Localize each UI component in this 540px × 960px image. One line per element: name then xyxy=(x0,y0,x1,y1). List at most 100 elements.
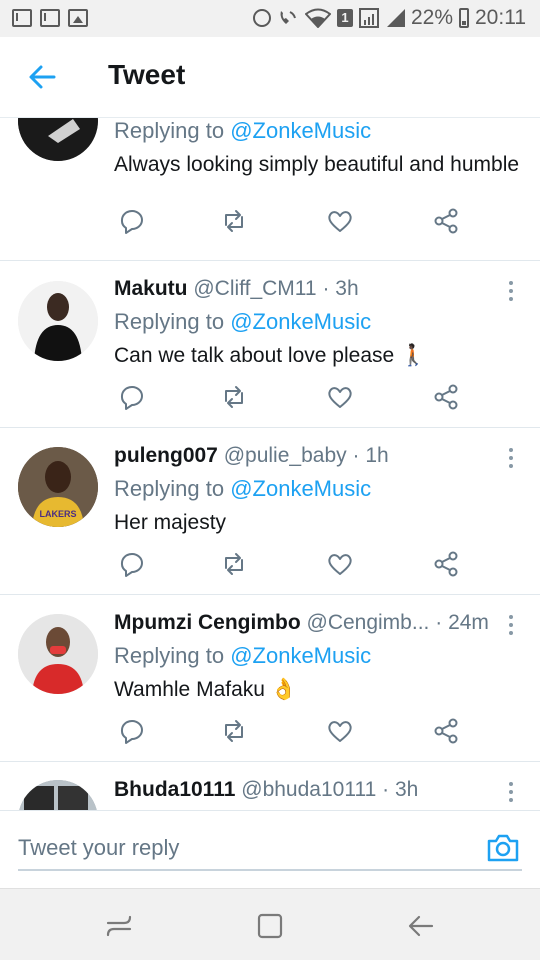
svg-text:LAKERS: LAKERS xyxy=(39,509,76,519)
replying-to: Replying to @ZonkeMusic xyxy=(114,307,520,337)
wifi-icon xyxy=(304,8,331,28)
reply-icon[interactable] xyxy=(118,383,146,411)
replying-to-label: Replying to xyxy=(114,476,225,501)
back-icon[interactable] xyxy=(406,911,436,941)
reply-icon[interactable] xyxy=(118,717,146,745)
replying-to-label: Replying to xyxy=(114,309,225,334)
image-icon xyxy=(68,9,88,27)
status-notifications xyxy=(12,9,88,27)
mention-link[interactable]: @ZonkeMusic xyxy=(230,118,371,143)
retweet-icon[interactable] xyxy=(220,383,248,411)
like-icon[interactable] xyxy=(326,550,354,578)
mention-link[interactable]: @ZonkeMusic xyxy=(230,309,371,334)
avatar[interactable] xyxy=(18,614,98,694)
replies-feed[interactable]: Replying to @ZonkeMusic Always looking s… xyxy=(0,118,540,810)
more-options-icon[interactable] xyxy=(506,446,516,470)
replying-to-label: Replying to xyxy=(114,118,225,143)
avatar[interactable] xyxy=(18,281,98,361)
tweet-actions xyxy=(114,207,474,237)
reply-icon[interactable] xyxy=(118,550,146,578)
signal-icon xyxy=(386,9,405,27)
separator-dot: · xyxy=(352,444,360,467)
tweet-actions xyxy=(114,550,474,580)
replying-to: Replying to @ZonkeMusic xyxy=(114,118,520,146)
more-options-icon[interactable] xyxy=(506,279,516,303)
tweet-body: Mpumzi Cengimbo @Cengimb... · 24m Replyi… xyxy=(114,609,520,705)
tweet-header: Bhuda10111 @bhuda10111 · 3h xyxy=(114,776,520,804)
app-header: Tweet xyxy=(0,37,540,118)
tweet-body: puleng007 @pulie_baby · 1h Replying to @… xyxy=(114,442,520,538)
tweet-text: Can we talk about love please 🚶🏿 xyxy=(114,344,427,367)
tweet-time: 3h xyxy=(394,778,419,801)
like-icon[interactable] xyxy=(326,207,354,235)
tweet-header: Makutu @Cliff_CM11 · 3h xyxy=(114,275,520,303)
mail-icon xyxy=(12,9,32,27)
retweet-icon[interactable] xyxy=(220,550,248,578)
tweet-actions xyxy=(114,383,474,413)
replying-to-label: Replying to xyxy=(114,643,225,668)
user-handle[interactable]: @bhuda10111 xyxy=(241,778,376,801)
mail-icon xyxy=(40,9,60,27)
replying-to: Replying to @ZonkeMusic xyxy=(114,641,520,671)
tweet-body: Makutu @Cliff_CM11 · 3h Replying to @Zon… xyxy=(114,275,520,371)
battery-percent: 22% xyxy=(410,6,453,29)
share-icon[interactable] xyxy=(432,717,460,745)
alarm-icon xyxy=(252,9,271,27)
user-name[interactable]: Makutu xyxy=(114,277,188,300)
user-name[interactable]: puleng007 xyxy=(114,444,218,467)
tweet[interactable]: Mpumzi Cengimbo @Cengimb... · 24m Replyi… xyxy=(0,595,540,762)
mention-link[interactable]: @ZonkeMusic xyxy=(230,643,371,668)
share-icon[interactable] xyxy=(432,550,460,578)
clock: 20:11 xyxy=(475,6,526,29)
like-icon[interactable] xyxy=(326,383,354,411)
arrow-left-icon[interactable] xyxy=(26,61,58,93)
sim-icon xyxy=(358,8,379,28)
user-handle[interactable]: @pulie_baby xyxy=(224,444,347,467)
user-handle[interactable]: @Cengimb... xyxy=(307,611,430,634)
battery-icon xyxy=(459,8,469,28)
tweet[interactable]: LAKERS puleng007 @pulie_baby · 1h Replyi… xyxy=(0,428,540,595)
tweet[interactable]: Bhuda10111 @bhuda10111 · 3h xyxy=(0,762,540,810)
recent-apps-icon[interactable] xyxy=(104,911,134,941)
camera-icon[interactable] xyxy=(486,831,520,865)
user-name[interactable]: Mpumzi Cengimbo xyxy=(114,611,301,634)
avatar[interactable] xyxy=(18,780,98,810)
replying-to: Replying to @ZonkeMusic xyxy=(114,474,520,504)
page-title: Tweet xyxy=(108,59,186,90)
mention-link[interactable]: @ZonkeMusic xyxy=(230,476,371,501)
retweet-icon[interactable] xyxy=(220,717,248,745)
share-icon[interactable] xyxy=(432,383,460,411)
share-icon[interactable] xyxy=(432,207,460,235)
tweet-text: Wamhle Mafaku 👌 xyxy=(114,678,297,701)
reply-input[interactable] xyxy=(18,827,522,871)
status-bar: 1 22% 20:11 xyxy=(0,0,540,37)
wifi-call-icon xyxy=(280,11,296,24)
reply-bar xyxy=(0,810,540,888)
reply-icon[interactable] xyxy=(118,207,146,235)
avatar[interactable]: LAKERS xyxy=(18,447,98,527)
like-icon[interactable] xyxy=(326,717,354,745)
tweet-time: 1h xyxy=(365,444,389,467)
user-name[interactable]: Bhuda10111 xyxy=(114,778,235,801)
separator-dot: · xyxy=(322,277,330,300)
more-options-icon[interactable] xyxy=(506,613,516,637)
tweet-text: Always looking simply beautiful and humb… xyxy=(114,153,520,176)
home-icon[interactable] xyxy=(255,911,285,941)
avatar[interactable] xyxy=(18,118,98,161)
retweet-icon[interactable] xyxy=(220,207,248,235)
tweet-time: 24m xyxy=(448,611,489,634)
sim-badge: 1 xyxy=(336,9,353,27)
tweet-body: Replying to @ZonkeMusic Always looking s… xyxy=(114,118,520,180)
tweet[interactable]: Makutu @Cliff_CM11 · 3h Replying to @Zon… xyxy=(0,261,540,428)
more-options-icon[interactable] xyxy=(506,780,516,804)
tweet-body: Bhuda10111 @bhuda10111 · 3h xyxy=(114,776,520,804)
system-nav-bar xyxy=(0,888,540,960)
separator-dot: · xyxy=(382,778,390,801)
user-handle[interactable]: @Cliff_CM11 xyxy=(193,277,316,300)
tweet-header: puleng007 @pulie_baby · 1h xyxy=(114,442,520,470)
tweet[interactable]: Replying to @ZonkeMusic Always looking s… xyxy=(0,118,540,261)
separator-dot: · xyxy=(435,611,443,634)
tweet-header: Mpumzi Cengimbo @Cengimb... · 24m xyxy=(114,609,520,637)
tweet-time: 3h xyxy=(335,277,359,300)
tweet-actions xyxy=(114,717,474,747)
